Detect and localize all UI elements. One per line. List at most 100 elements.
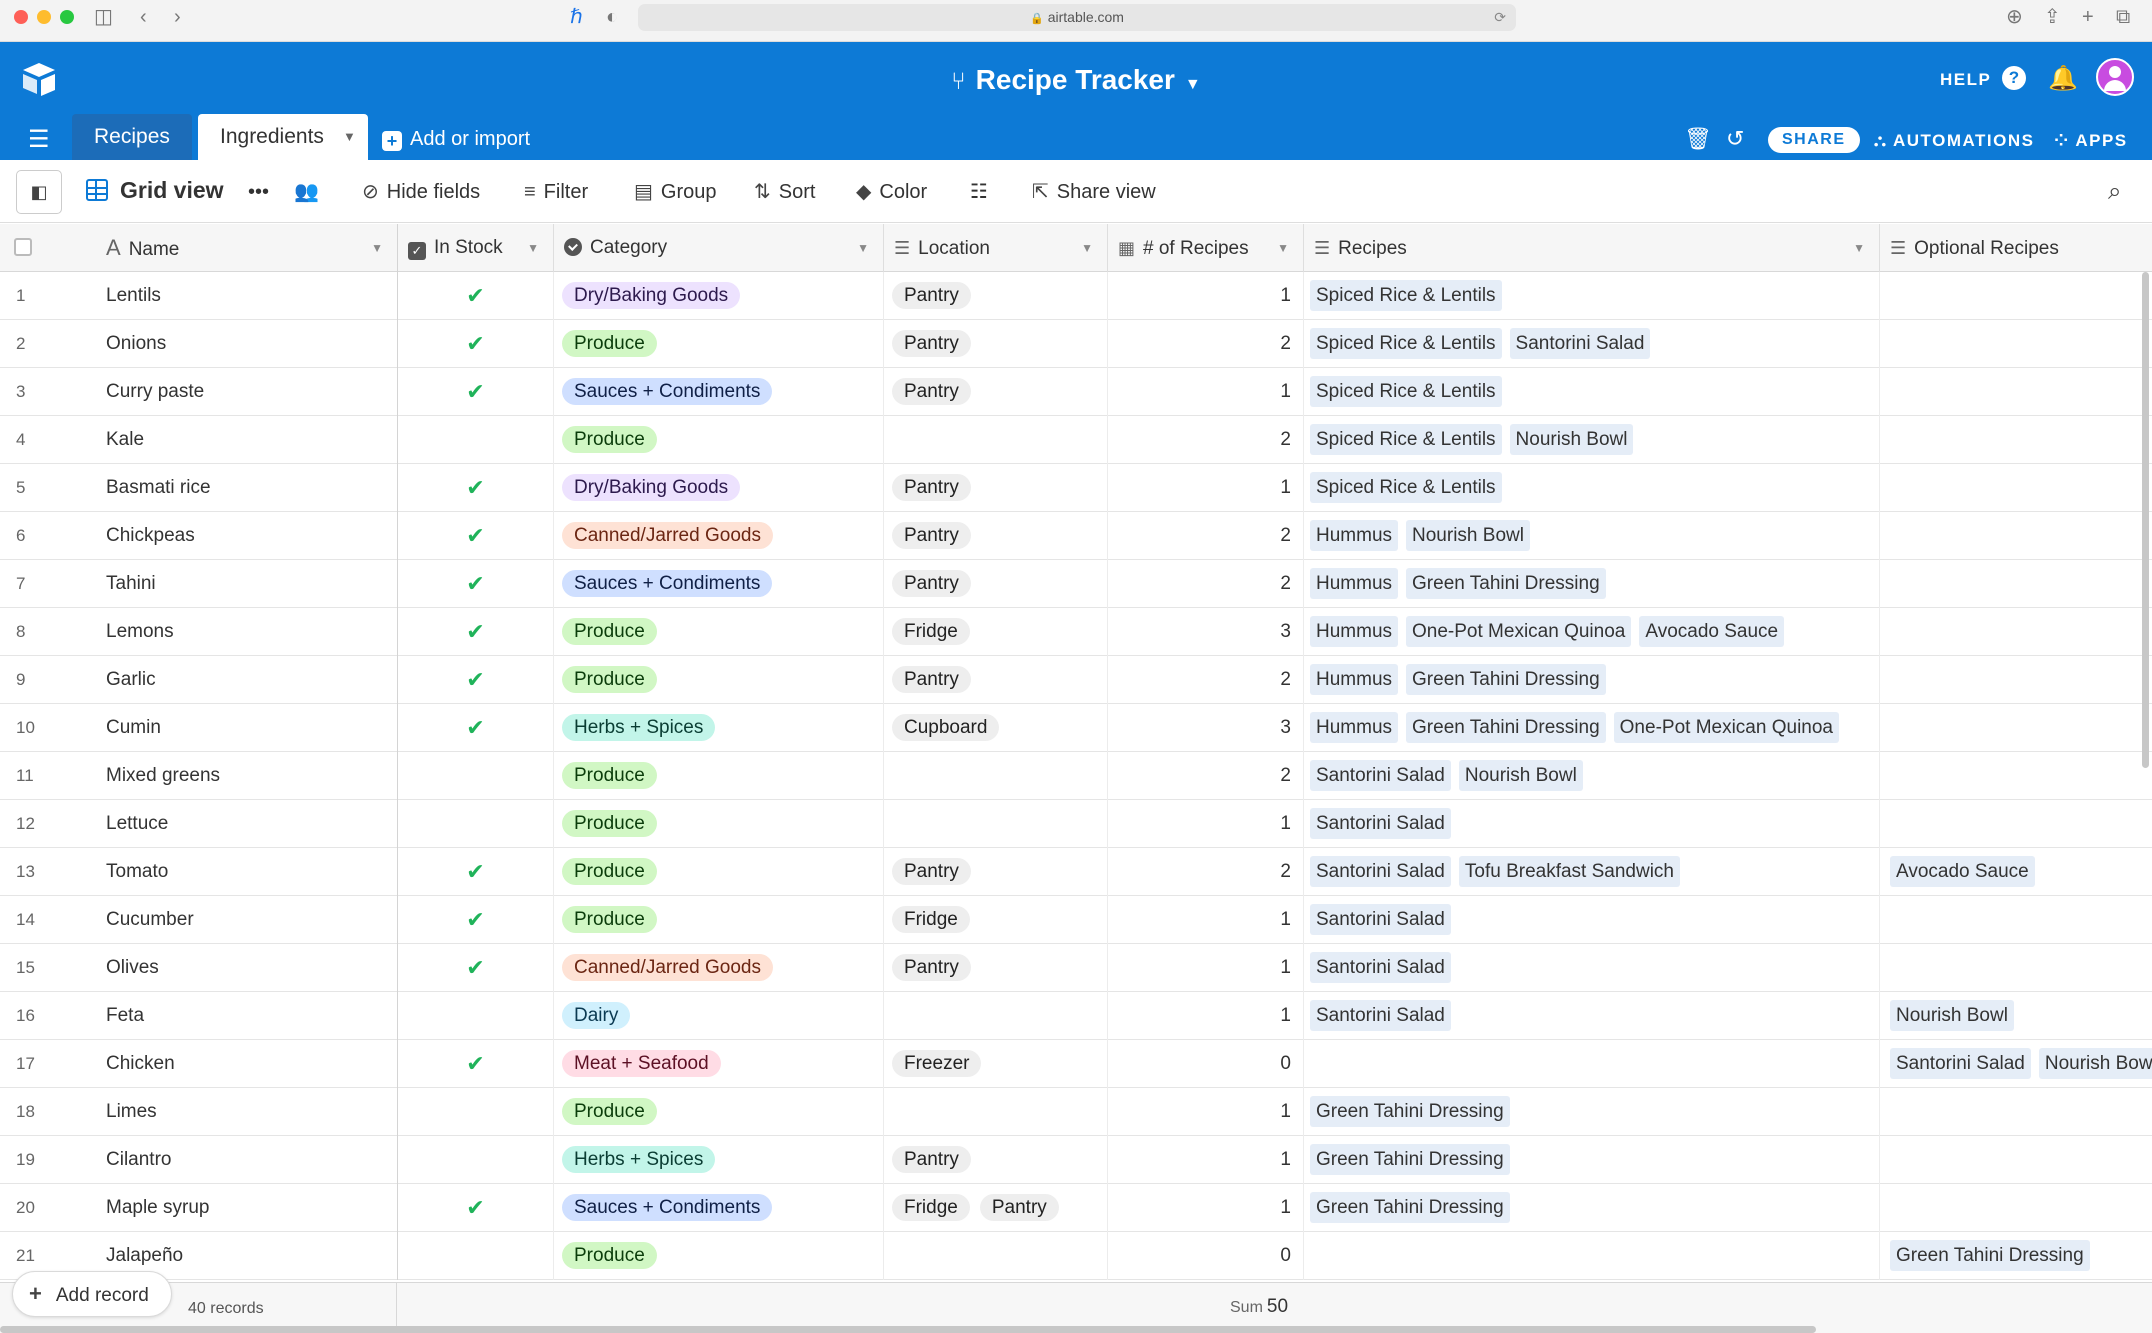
cell-optional-recipes[interactable] bbox=[1880, 416, 2152, 464]
cell-in-stock[interactable] bbox=[398, 416, 554, 464]
cell-location[interactable] bbox=[884, 800, 1108, 848]
linked-recipe-chip[interactable]: Green Tahini Dressing bbox=[1310, 1096, 1510, 1128]
cell-name[interactable]: Chickpeas bbox=[96, 512, 398, 560]
cell-recipes[interactable]: Santorini Salad bbox=[1304, 944, 1880, 992]
cell-recipe-count[interactable]: 1 bbox=[1108, 992, 1304, 1040]
linked-recipe-chip[interactable]: Santorini Salad bbox=[1310, 952, 1451, 984]
close-window-button[interactable] bbox=[14, 10, 28, 24]
extension-icon[interactable]: ℏ bbox=[570, 6, 583, 28]
cell-location[interactable]: Freezer bbox=[884, 1040, 1108, 1088]
cell-recipes[interactable] bbox=[1304, 1040, 1880, 1088]
linked-recipe-chip[interactable]: Spiced Rice & Lentils bbox=[1310, 280, 1502, 312]
table-row[interactable]: 14 Cucumber ✔ Produce Fridge 1 Santorini Salad bbox=[0, 896, 2152, 944]
linked-recipe-chip[interactable]: Green Tahini Dressing bbox=[1310, 1192, 1510, 1224]
chevron-down-icon[interactable]: ▼ bbox=[343, 114, 356, 160]
cell-optional-recipes[interactable] bbox=[1880, 752, 2152, 800]
zoom-window-button[interactable] bbox=[60, 10, 74, 24]
cell-optional-recipes[interactable] bbox=[1880, 1136, 2152, 1184]
cell-optional-recipes[interactable] bbox=[1880, 1088, 2152, 1136]
linked-recipe-chip[interactable]: Green Tahini Dressing bbox=[1406, 712, 1606, 744]
column-header-recipes[interactable]: ☰ Recipes ▼ bbox=[1304, 224, 1880, 272]
linked-recipe-chip[interactable]: Santorini Salad bbox=[1310, 904, 1451, 936]
column-header-optional-recipes[interactable]: ☰ Optional Recipes bbox=[1880, 224, 2152, 272]
cell-category[interactable]: Dairy bbox=[554, 992, 884, 1040]
table-row[interactable]: 8 Lemons ✔ Produce Fridge 3 Hummus One-Pot Mexi… bbox=[0, 608, 2152, 656]
linked-recipe-chip[interactable]: Spiced Rice & Lentils bbox=[1310, 328, 1502, 360]
cell-recipe-count[interactable]: 2 bbox=[1108, 320, 1304, 368]
cell-location[interactable]: Cupboard bbox=[884, 704, 1108, 752]
cell-in-stock[interactable]: ✔ bbox=[398, 1184, 554, 1232]
linked-recipe-chip[interactable]: Hummus bbox=[1310, 712, 1399, 744]
cell-location[interactable]: Fridge bbox=[884, 896, 1108, 944]
cell-optional-recipes[interactable]: Nourish Bowl bbox=[1880, 992, 2152, 1040]
cell-optional-recipes[interactable] bbox=[1880, 512, 2152, 560]
cell-category[interactable]: Produce bbox=[554, 848, 884, 896]
cell-category[interactable]: Produce bbox=[554, 1088, 884, 1136]
cell-name[interactable]: Olives bbox=[96, 944, 398, 992]
linked-optional-recipe-chip[interactable]: Nourish Bowl bbox=[1890, 1000, 2014, 1032]
cell-location[interactable] bbox=[884, 1088, 1108, 1136]
cell-name[interactable]: Lemons bbox=[96, 608, 398, 656]
chevron-down-icon[interactable]: ▼ bbox=[1277, 224, 1289, 272]
cell-in-stock[interactable] bbox=[398, 800, 554, 848]
cell-name[interactable]: Garlic bbox=[96, 656, 398, 704]
linked-recipe-chip[interactable]: Santorini Salad bbox=[1310, 856, 1451, 888]
cell-location[interactable]: Pantry bbox=[884, 320, 1108, 368]
table-row[interactable]: 21 Jalapeño Produce 0 Green Tahini Dressing bbox=[0, 1232, 2152, 1280]
cell-category[interactable]: Produce bbox=[554, 752, 884, 800]
cell-recipes[interactable]: Hummus Green Tahini Dressing bbox=[1304, 656, 1880, 704]
search-icon[interactable]: ⌕ bbox=[2108, 178, 2121, 206]
cell-in-stock[interactable]: ✔ bbox=[398, 464, 554, 512]
back-icon[interactable]: ‹ bbox=[140, 6, 147, 28]
cell-recipe-count[interactable]: 1 bbox=[1108, 272, 1304, 320]
cell-location[interactable]: Pantry bbox=[884, 272, 1108, 320]
cell-in-stock[interactable]: ✔ bbox=[398, 272, 554, 320]
cell-in-stock[interactable] bbox=[398, 1136, 554, 1184]
chevron-down-icon[interactable]: ▼ bbox=[1853, 224, 1865, 272]
linked-recipe-chip[interactable]: Hummus bbox=[1310, 616, 1399, 648]
cell-name[interactable]: Tahini bbox=[96, 560, 398, 608]
cell-category[interactable]: Sauces + Condiments bbox=[554, 368, 884, 416]
cell-location[interactable] bbox=[884, 752, 1108, 800]
add-record-button[interactable]: + Add record bbox=[12, 1271, 172, 1317]
column-header-count[interactable]: ▦ # of Recipes ▼ bbox=[1108, 224, 1304, 272]
cell-recipes[interactable]: Santorini Salad bbox=[1304, 992, 1880, 1040]
table-row[interactable]: 13 Tomato ✔ Produce Pantry 2 Santorini Salad To… bbox=[0, 848, 2152, 896]
download-icon[interactable]: ⊕ bbox=[2006, 6, 2023, 28]
linked-recipe-chip[interactable]: Tofu Breakfast Sandwich bbox=[1458, 856, 1680, 888]
cell-recipe-count[interactable]: 1 bbox=[1108, 368, 1304, 416]
cell-category[interactable]: Dry/Baking Goods bbox=[554, 272, 884, 320]
forward-icon[interactable]: › bbox=[174, 6, 181, 28]
cell-name[interactable]: Tomato bbox=[96, 848, 398, 896]
linked-optional-recipe-chip[interactable]: Green Tahini Dressing bbox=[1890, 1240, 2090, 1272]
cell-name[interactable]: Limes bbox=[96, 1088, 398, 1136]
cell-location[interactable]: Pantry bbox=[884, 368, 1108, 416]
cell-recipe-count[interactable]: 1 bbox=[1108, 464, 1304, 512]
linked-optional-recipe-chip[interactable]: Santorini Salad bbox=[1890, 1048, 2031, 1080]
linked-recipe-chip[interactable]: Green Tahini Dressing bbox=[1406, 664, 1606, 696]
linked-recipe-chip[interactable]: Santorini Salad bbox=[1310, 1000, 1451, 1032]
cell-optional-recipes[interactable] bbox=[1880, 656, 2152, 704]
base-title-button[interactable]: ⑂ Recipe Tracker ▼ bbox=[951, 64, 1201, 95]
cell-in-stock[interactable]: ✔ bbox=[398, 704, 554, 752]
linked-recipe-chip[interactable]: Spiced Rice & Lentils bbox=[1310, 424, 1502, 456]
help-icon[interactable]: ? bbox=[2002, 66, 2026, 90]
linked-recipe-chip[interactable]: Avocado Sauce bbox=[1639, 616, 1785, 648]
add-or-import-button[interactable]: + Add or import bbox=[382, 124, 530, 154]
minimize-window-button[interactable] bbox=[37, 10, 51, 24]
cell-name[interactable]: Lentils bbox=[96, 272, 398, 320]
cell-name[interactable]: Kale bbox=[96, 416, 398, 464]
cell-recipes[interactable]: Hummus Green Tahini Dressing bbox=[1304, 560, 1880, 608]
cell-optional-recipes[interactable]: Santorini Salad Nourish Bowl bbox=[1880, 1040, 2152, 1088]
cell-category[interactable]: Canned/Jarred Goods bbox=[554, 512, 884, 560]
cell-recipes[interactable]: Green Tahini Dressing bbox=[1304, 1184, 1880, 1232]
cell-location[interactable]: Fridge bbox=[884, 608, 1108, 656]
table-row[interactable]: 9 Garlic ✔ Produce Pantry 2 Hummus Green Tahini… bbox=[0, 656, 2152, 704]
table-row[interactable]: 3 Curry paste ✔ Sauces + Condiments Pantry 1 S… bbox=[0, 368, 2152, 416]
cell-location[interactable] bbox=[884, 1232, 1108, 1280]
cell-recipes[interactable]: Santorini Salad Nourish Bowl bbox=[1304, 752, 1880, 800]
cell-recipe-count[interactable]: 3 bbox=[1108, 704, 1304, 752]
linked-recipe-chip[interactable]: One-Pot Mexican Quinoa bbox=[1613, 712, 1839, 744]
table-row[interactable]: 2 Onions ✔ Produce Pantry 2 Spiced Rice & Lent… bbox=[0, 320, 2152, 368]
cell-in-stock[interactable]: ✔ bbox=[398, 656, 554, 704]
